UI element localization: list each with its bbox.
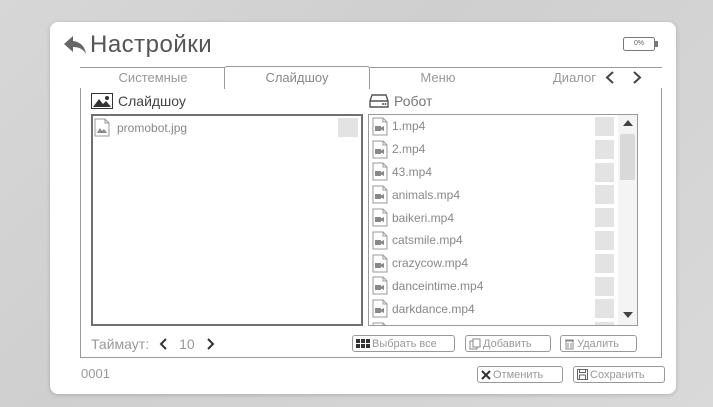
video-file-name: darkdance.mp4 [392, 301, 475, 316]
video-file-row[interactable]: crazycow.mp4 [369, 252, 637, 275]
tabs-next-icon[interactable] [628, 67, 646, 88]
video-file-checkbox[interactable] [595, 253, 614, 273]
video-file-checkbox[interactable] [595, 322, 614, 325]
video-file-name: 43.mp4 [392, 164, 433, 179]
video-file-row[interactable]: darkdance.mp4 [369, 297, 637, 320]
video-file-icon [372, 208, 388, 227]
slideshow-item[interactable]: promobot.jpg [94, 118, 187, 137]
video-file-name: darkdance2.mp4 [392, 325, 481, 326]
video-file-row[interactable]: darkdance2.mp4 [369, 320, 637, 326]
robot-heading-label: Робот [394, 93, 433, 109]
cancel-label: Отменить [493, 368, 544, 381]
save-button[interactable]: Сохранить [573, 366, 665, 383]
page-title: Настройки [90, 31, 213, 58]
slideshow-list[interactable] [91, 114, 363, 326]
timeout-decrease-icon[interactable] [157, 337, 171, 351]
video-file-name: 1.mp4 [392, 119, 426, 134]
hard-drive-icon [369, 94, 389, 108]
footer-code: 0001 [81, 366, 110, 381]
video-file-icon [372, 162, 388, 181]
back-arrow-icon[interactable] [62, 34, 88, 56]
video-file-name: 2.mp4 [392, 142, 426, 157]
robot-file-list[interactable]: 1.mp4 2.mp4 43.mp4 animals.mp4 baikeri.mp4 ca… [368, 114, 638, 326]
grid-icon [356, 338, 370, 348]
video-file-row[interactable]: 1.mp4 [369, 115, 637, 138]
tab-dialog[interactable]: Диалог [536, 67, 596, 88]
video-file-row[interactable]: danceintime.mp4 [369, 275, 637, 298]
video-file-checkbox[interactable] [595, 117, 614, 136]
slideshow-item-name: promobot.jpg [117, 120, 188, 135]
video-file-icon [372, 117, 388, 136]
slideshow-heading-label: Слайдшоу [118, 93, 186, 109]
scroll-up-icon[interactable] [621, 118, 635, 128]
video-file-icon [372, 140, 388, 159]
video-file-name: animals.mp4 [392, 187, 461, 202]
robot-heading: Робот [369, 92, 432, 110]
tab-system[interactable]: Системные [80, 67, 226, 88]
video-file-checkbox[interactable] [595, 208, 614, 228]
video-file-row[interactable]: catsmile.mp4 [369, 229, 637, 252]
add-button[interactable]: Добавить [465, 335, 551, 352]
video-file-row[interactable]: baikeri.mp4 [369, 206, 637, 229]
video-file-row[interactable]: 43.mp4 [369, 161, 637, 184]
delete-label: Удалить [577, 337, 619, 350]
slideshow-heading: Слайдшоу [91, 92, 186, 110]
timeout-value: 10 [179, 336, 195, 352]
tabs-prev-icon[interactable] [602, 67, 620, 88]
video-file-icon [372, 254, 388, 273]
timeout-control: Таймаут: 10 [91, 335, 225, 353]
tab-menu[interactable]: Меню [368, 67, 508, 88]
scroll-down-icon[interactable] [621, 310, 635, 320]
tab-slideshow[interactable]: Слайдшоу [224, 66, 370, 89]
video-file-name: crazycow.mp4 [392, 256, 469, 271]
timeout-label: Таймаут: [91, 336, 150, 352]
image-file-icon [94, 118, 110, 137]
video-file-checkbox[interactable] [595, 276, 614, 296]
video-list: 1.mp4 2.mp4 43.mp4 animals.mp4 baikeri.mp4 ca… [369, 115, 637, 326]
delete-button[interactable]: Удалить [560, 335, 637, 352]
video-file-name: catsmile.mp4 [392, 233, 463, 248]
video-file-checkbox[interactable] [595, 162, 614, 182]
scrollbar-thumb[interactable] [620, 134, 635, 180]
video-file-icon [372, 322, 386, 325]
battery-level: 0% [633, 40, 645, 47]
timeout-increase-icon[interactable] [203, 337, 217, 351]
select-all-button[interactable]: Выбрать все [352, 335, 455, 352]
video-file-checkbox[interactable] [595, 230, 614, 250]
copy-icon [469, 338, 481, 349]
select-all-label: Выбрать все [372, 337, 437, 350]
save-label: Сохранить [590, 368, 645, 381]
trash-icon [565, 339, 574, 349]
video-file-icon [372, 185, 388, 204]
image-icon [91, 93, 113, 109]
video-file-name: baikeri.mp4 [392, 210, 455, 225]
header: Настройки [62, 30, 212, 60]
video-file-name: danceintime.mp4 [392, 278, 484, 293]
video-file-row[interactable]: animals.mp4 [369, 183, 637, 206]
video-file-icon [372, 276, 388, 295]
close-icon [481, 369, 491, 380]
cancel-button[interactable]: Отменить [477, 366, 563, 383]
video-file-row[interactable]: 2.mp4 [369, 138, 637, 161]
video-file-icon [372, 299, 388, 318]
slideshow-item-checkbox[interactable] [338, 118, 358, 137]
video-file-checkbox[interactable] [595, 299, 614, 319]
video-file-icon [372, 231, 388, 250]
video-file-checkbox[interactable] [595, 139, 614, 159]
video-file-checkbox[interactable] [595, 185, 614, 205]
add-label: Добавить [483, 337, 532, 350]
floppy-icon [577, 369, 588, 380]
